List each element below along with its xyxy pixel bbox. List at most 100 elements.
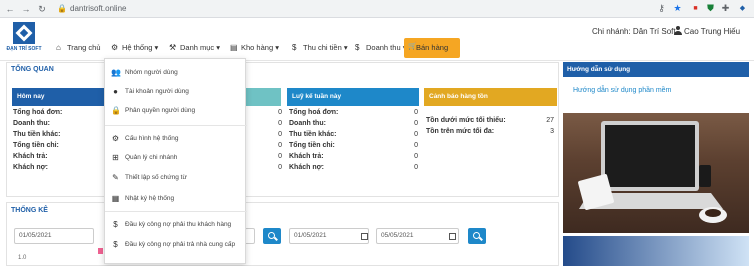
user-icon: ● <box>113 87 118 96</box>
warehouse-icon: ▤ <box>230 43 238 52</box>
weekly-total-expense-value: 0 <box>414 142 418 149</box>
dropdown-user-groups[interactable]: 👥 Nhóm người dùng <box>105 65 247 81</box>
calendar-icon[interactable] <box>361 233 368 240</box>
menu-home[interactable]: ⌂ Trang chủ <box>56 43 101 52</box>
dropdown-system-config[interactable]: ⚙ Cấu hình hệ thống <box>105 131 247 147</box>
middle-value: 0 <box>278 131 282 138</box>
month-card-header <box>246 88 281 106</box>
app-logo[interactable]: ĐẠN TRÍ SOFT <box>6 22 42 56</box>
dollar-icon: $ <box>113 240 118 249</box>
today-customer-debt-label: Khách nợ: <box>13 164 48 171</box>
dropdown-permissions[interactable]: 🔒 Phân quyền người dùng <box>105 103 247 119</box>
today-customer-paid-label: Khách trả: <box>13 153 48 160</box>
logo-mark <box>13 22 35 44</box>
middle-value: 0 <box>278 153 282 160</box>
calendar-icon: ▦ <box>111 194 120 203</box>
middle-value: 0 <box>278 164 282 171</box>
back-icon[interactable]: ← <box>4 3 16 15</box>
stats-date-to-input-2[interactable]: 05/05/2021 <box>376 228 459 244</box>
home-icon: ⌂ <box>56 43 61 52</box>
users-icon: 👥 <box>111 68 121 77</box>
shield-icon[interactable]: ⛊ <box>705 3 716 14</box>
weekly-revenue-value: 0 <box>414 120 418 127</box>
weekly-customer-paid-label: Khách trả: <box>289 153 324 160</box>
stats-date-from-input-2[interactable]: 01/05/2021 <box>289 228 369 244</box>
today-revenue-label: Doanh thu: <box>13 120 50 127</box>
browser-bar: ← → ↻ 🔒 dantrisoft.online ⚷ ★ ■ ⛊ ✚ ◆ <box>0 0 754 18</box>
gear-icon: ⚙ <box>111 43 119 52</box>
dropdown-opening-receivables[interactable]: $ Đầu kỳ công nợ phải thu khách hàng <box>105 217 247 233</box>
sitemap-icon: ⊞ <box>112 153 119 162</box>
menu-catalog[interactable]: ⚒ Danh mục ▾ <box>169 43 220 52</box>
puzzle-icon[interactable]: ✚ <box>720 3 731 14</box>
weekly-customer-debt-value: 0 <box>414 164 418 171</box>
today-total-invoices-label: Tổng hoá đơn: <box>13 109 63 116</box>
middle-value: 0 <box>278 142 282 149</box>
weekly-customer-debt-label: Khách nợ: <box>289 164 324 171</box>
system-dropdown-menu: 👥 Nhóm người dùng ● Tài khoản người dùng… <box>104 58 247 264</box>
weekly-customer-paid-value: 0 <box>414 153 418 160</box>
menu-cash[interactable]: $ Thu chi tiền ▾ <box>292 43 348 52</box>
logo-text: ĐẠN TRÍ SOFT <box>6 46 42 52</box>
forward-icon[interactable]: → <box>20 3 32 15</box>
stats-date-from-input[interactable]: 01/05/2021 <box>14 228 94 244</box>
dropdown-separator <box>105 125 247 126</box>
lock-icon: 🔒 <box>111 106 121 115</box>
dropdown-separator <box>105 211 247 212</box>
dollar-icon: $ <box>355 43 360 52</box>
stock-below-min-label: Tồn dưới mức tối thiểu: <box>426 117 506 124</box>
calendar-icon[interactable] <box>449 233 456 240</box>
chart-axis-value: 1.0 <box>18 255 27 261</box>
user-icon <box>674 26 682 35</box>
star-icon[interactable]: ★ <box>672 3 683 14</box>
menu-revenue[interactable]: $Doanh thu ▾ <box>355 43 406 52</box>
stock-above-max-label: Tồn trên mức tối đa: <box>426 128 495 135</box>
weekly-total-invoices-value: 0 <box>414 109 418 116</box>
weekly-other-income-label: Thu tiền khác: <box>289 131 337 138</box>
address-bar[interactable]: dantrisoft.online <box>70 3 126 15</box>
dropdown-system-log[interactable]: ▦ Nhật ký hệ thống <box>105 191 247 207</box>
edit-icon: ✎ <box>112 173 119 182</box>
key-icon[interactable]: ⚷ <box>656 3 667 14</box>
stock-below-min-value: 27 <box>546 117 554 124</box>
dollar-icon: $ <box>113 220 118 229</box>
overview-title: TỔNG QUAN <box>11 66 54 73</box>
user-name[interactable]: Cao Trung Hiếu <box>684 27 740 36</box>
dropdown-opening-payables[interactable]: $ Đầu kỳ công nợ phải trả nhà cung cấp <box>105 237 247 253</box>
cogs-icon: ⚙ <box>111 134 120 143</box>
menu-sales-button[interactable]: 🛒 Bán hàng <box>404 38 460 58</box>
lock-icon: 🔒 <box>57 4 67 13</box>
laptop-illustration <box>578 121 727 223</box>
guide-link[interactable]: Hướng dẫn sử dụng phần mềm <box>573 87 671 94</box>
secondary-photo <box>563 236 749 266</box>
extension-icon[interactable]: ■ <box>690 3 701 14</box>
wrench-icon: ⚒ <box>169 43 177 52</box>
weekly-total-expense-label: Tổng tiền chi: <box>289 142 335 149</box>
dollar-icon: $ <box>292 43 297 52</box>
search-button-2[interactable] <box>468 228 486 244</box>
profile-icon[interactable]: ◆ <box>737 3 748 14</box>
weekly-revenue-label: Doanh thu: <box>289 120 326 127</box>
search-button-1[interactable] <box>263 228 281 244</box>
laptop-photo <box>563 113 749 233</box>
weekly-other-income-value: 0 <box>414 131 418 138</box>
menu-system[interactable]: ⚙ Hệ thống ▾ <box>111 43 158 52</box>
dropdown-branch-management[interactable]: ⊞ Quản lý chi nhánh <box>105 150 247 166</box>
stock-above-max-value: 3 <box>550 128 554 135</box>
today-other-income-label: Thu tiền khác: <box>13 131 61 138</box>
stock-card-header: Cảnh báo hàng tồn <box>424 88 557 106</box>
branch-label: Chi nhánh: Dân Trí Soft <box>592 27 676 36</box>
dropdown-document-numbering[interactable]: ✎ Thiết lập số chứng từ <box>105 170 247 186</box>
weekly-card-header: Luỹ kế tuần này <box>287 88 419 106</box>
menu-warehouse[interactable]: ▤ Kho hàng ▾ <box>230 43 279 52</box>
dropdown-user-accounts[interactable]: ● Tài khoản người dùng <box>105 84 247 100</box>
today-card-header: Hôm nay <box>12 88 105 106</box>
middle-value: 0 <box>278 109 282 116</box>
weekly-total-invoices-label: Tổng hoá đơn: <box>289 109 339 116</box>
today-total-expense-label: Tổng tiền chi: <box>13 142 59 149</box>
guide-header: Hướng dẫn sử dụng <box>563 62 749 77</box>
reload-icon[interactable]: ↻ <box>36 3 48 15</box>
chart-bar-marker <box>98 248 103 254</box>
middle-value: 0 <box>278 120 282 127</box>
stats-title: THỐNG KÊ <box>11 207 48 214</box>
